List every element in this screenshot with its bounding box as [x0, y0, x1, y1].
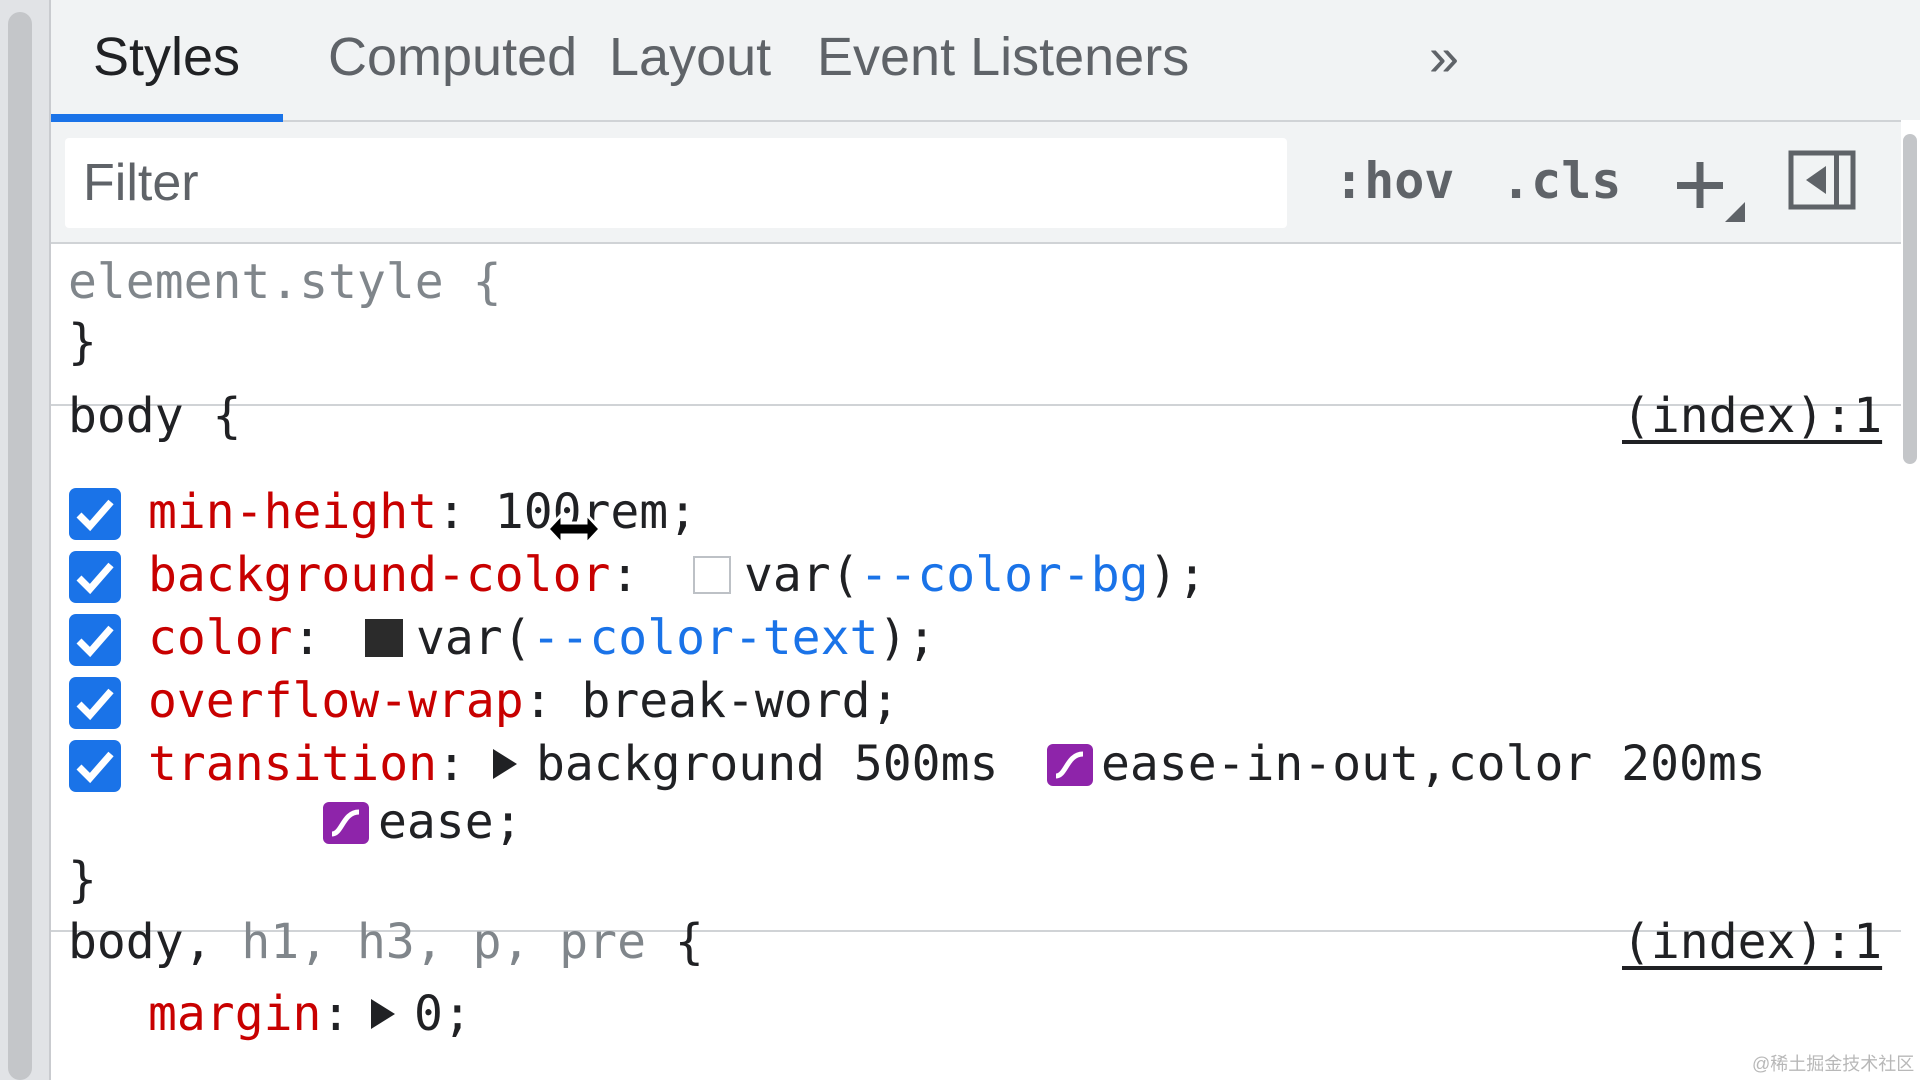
color-swatch[interactable] — [693, 556, 731, 594]
property-value[interactable]: var(--color-text); — [416, 608, 936, 668]
property-row-background-color: background-color: — [148, 547, 640, 603]
plus-icon[interactable] — [1673, 156, 1747, 222]
property-row-color: color: — [148, 610, 322, 666]
property-value[interactable]: break-word; — [582, 673, 900, 729]
filter-input[interactable] — [65, 138, 1287, 228]
source-link[interactable]: (index):1 — [1622, 386, 1882, 446]
easing-editor-icon[interactable] — [323, 802, 369, 844]
tab-event-listeners[interactable]: Event Listeners — [817, 26, 1189, 88]
property-name[interactable]: overflow-wrap — [148, 673, 524, 729]
property-value[interactable]: ease-in-out,color 200ms — [1101, 734, 1766, 794]
property-name[interactable]: margin — [148, 986, 321, 1042]
css-variable-link[interactable]: --color-text — [532, 610, 879, 666]
expand-triangle-icon[interactable] — [371, 999, 395, 1029]
css-variable-link[interactable]: --color-bg — [860, 547, 1149, 603]
tab-computed[interactable]: Computed — [328, 26, 577, 88]
body-selector[interactable]: body { — [68, 386, 241, 446]
watermark: @稀土掘金技术社区 — [1752, 1054, 1915, 1074]
cls-button[interactable]: .cls — [1501, 150, 1621, 212]
property-row-margin: margin: — [148, 986, 351, 1042]
property-checkbox[interactable] — [69, 677, 121, 729]
easing-editor-icon[interactable] — [1047, 744, 1093, 786]
styles-toolbar: :hov .cls — [51, 122, 1920, 244]
color-swatch[interactable] — [365, 619, 403, 657]
filter-box — [65, 138, 1287, 228]
more-tabs-chevron-icon[interactable]: » — [1429, 26, 1459, 88]
property-value[interactable]: ease; — [378, 792, 523, 852]
body-group-selector[interactable]: body, h1, h3, p, pre { — [68, 912, 704, 972]
property-checkbox[interactable] — [69, 488, 121, 540]
active-tab-indicator — [51, 114, 283, 122]
property-checkbox[interactable] — [69, 740, 121, 792]
sidebar-tab-bar: Styles Computed Layout Event Listeners » — [51, 0, 1920, 122]
property-value[interactable]: background 500ms — [536, 734, 998, 794]
property-row-min-height: min-height: 100rem; — [148, 484, 698, 540]
property-name[interactable]: color — [148, 610, 293, 666]
resize-cursor-icon — [546, 510, 602, 548]
styles-pane: element.style { } body { (index):1 min-h… — [51, 244, 1901, 1080]
property-name[interactable]: min-height — [148, 484, 437, 540]
property-name[interactable]: background-color — [148, 547, 610, 603]
property-value[interactable]: 0; — [414, 984, 472, 1044]
hov-button[interactable]: :hov — [1334, 150, 1454, 212]
sidebar-toggle-icon[interactable] — [1788, 150, 1858, 212]
property-row-overflow-wrap: overflow-wrap: break-word; — [148, 673, 900, 729]
property-value[interactable]: var(--color-bg); — [744, 545, 1206, 605]
tab-layout[interactable]: Layout — [609, 26, 771, 88]
rule-close-brace: } — [68, 852, 97, 908]
element-style-selector[interactable]: element.style { — [68, 252, 501, 312]
rule-close-brace: } — [68, 314, 97, 370]
property-name[interactable]: transition — [148, 736, 437, 792]
property-checkbox[interactable] — [69, 551, 121, 603]
tab-styles[interactable]: Styles — [93, 26, 240, 88]
property-checkbox[interactable] — [69, 614, 121, 666]
property-row-transition: transition: — [148, 736, 466, 792]
left-scrollbar[interactable] — [8, 12, 32, 1080]
expand-triangle-icon[interactable] — [493, 749, 517, 779]
right-scrollbar-thumb[interactable] — [1903, 134, 1917, 464]
source-link[interactable]: (index):1 — [1622, 912, 1882, 972]
